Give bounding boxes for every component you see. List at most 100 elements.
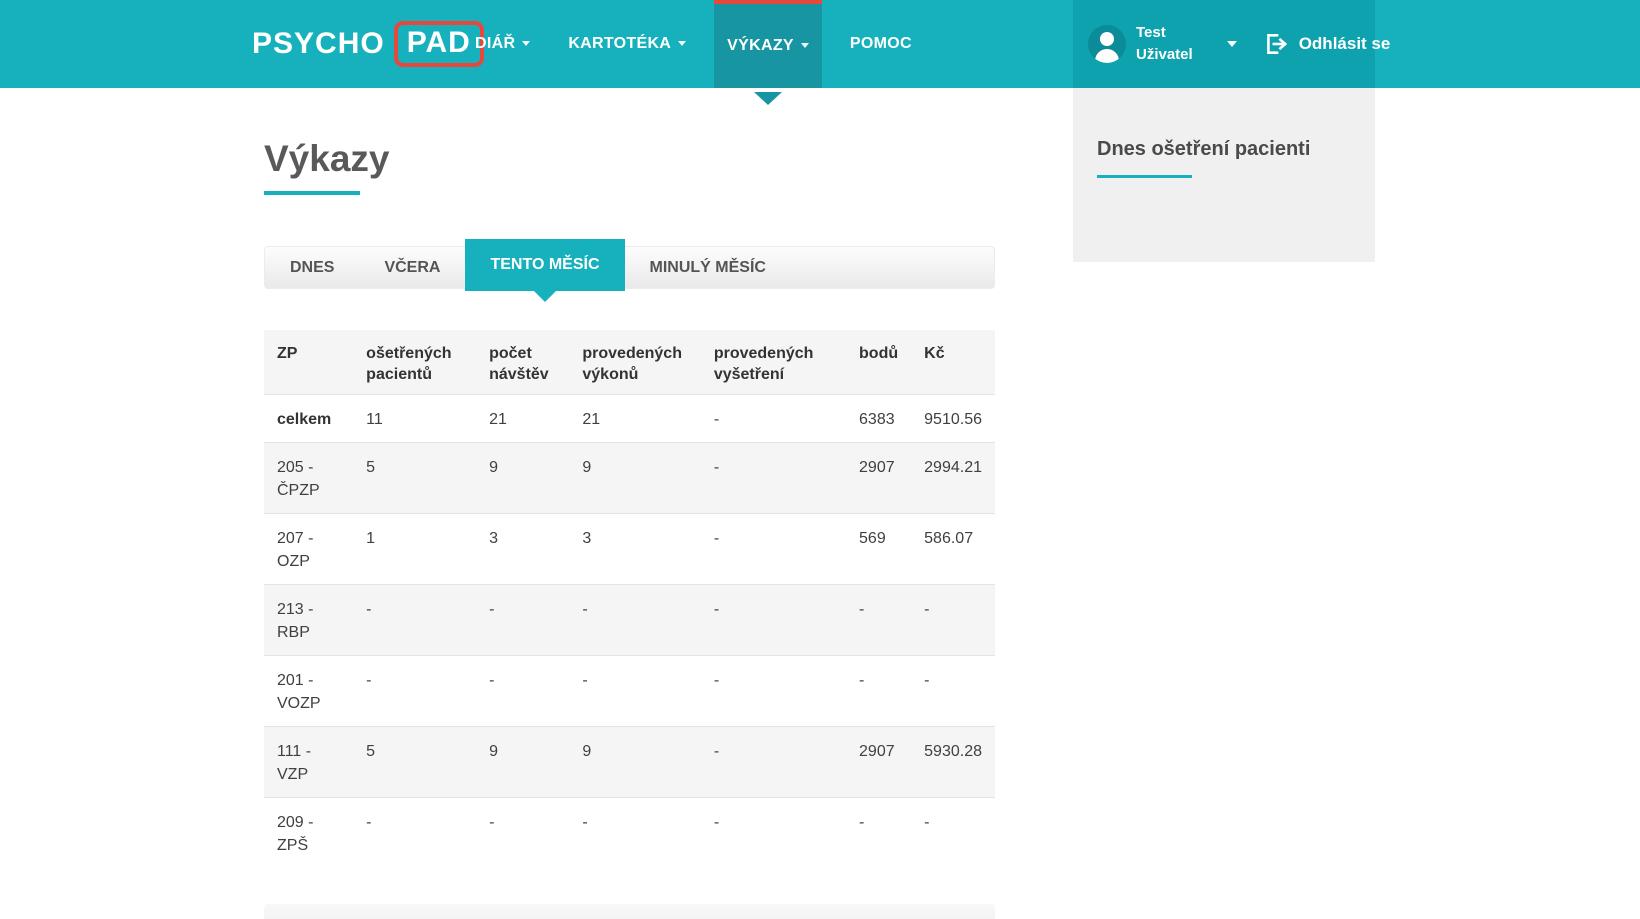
user-name: Test Uživatel — [1136, 22, 1193, 67]
cell: - — [476, 656, 569, 727]
column-header-bodu: bodů — [846, 330, 911, 395]
cell: 569 — [846, 514, 911, 585]
tab-label: TENTO MĚSÍC — [490, 256, 599, 273]
column-header-kc: Kč — [911, 330, 995, 395]
chevron-down-icon — [522, 41, 530, 50]
cell-zp: 201 - VOZP — [264, 656, 353, 727]
nav-item-kartoteka[interactable]: KARTOTÉKA — [558, 0, 696, 88]
cell: - — [569, 585, 700, 656]
cell: 9 — [569, 443, 700, 514]
chevron-down-icon — [801, 43, 809, 52]
cell-zp: 207 - OZP — [264, 514, 353, 585]
cell: - — [846, 585, 911, 656]
user-menu-chevron-icon[interactable] — [1227, 41, 1237, 52]
next-row-cutoff-strip — [264, 904, 995, 919]
cell: 9 — [476, 443, 569, 514]
table-row: 201 - VOZP - - - - - - — [264, 656, 995, 727]
cell: - — [701, 514, 846, 585]
nav-item-diar[interactable]: DIÁŘ — [465, 0, 540, 88]
column-header-pocet-navstev: počet návštěv — [476, 330, 569, 395]
user-icon — [1100, 32, 1114, 46]
cell: - — [701, 656, 846, 727]
chevron-down-icon — [678, 41, 686, 50]
today-patients-title: Dnes ošetření pacienti — [1097, 138, 1375, 161]
title-underline — [1097, 175, 1192, 178]
user-menu[interactable]: Test Uživatel Odhlásit se — [1073, 0, 1375, 88]
user-last-name: Uživatel — [1136, 44, 1193, 67]
cell: 21 — [569, 395, 700, 443]
cell: 9510.56 — [911, 395, 995, 443]
tab-tento-mesic[interactable]: TENTO MĚSÍC — [465, 239, 624, 291]
cell: - — [701, 798, 846, 869]
cell: 5930.28 — [911, 727, 995, 798]
cell: 9 — [569, 727, 700, 798]
main-nav: DIÁŘ KARTOTÉKA VÝKAZY POMOC — [456, 0, 931, 88]
cell: 6383 — [846, 395, 911, 443]
nav-item-vykazy[interactable]: VÝKAZY — [714, 0, 822, 88]
tab-dnes[interactable]: DNES — [265, 247, 359, 288]
cell: - — [701, 443, 846, 514]
table-row: 205 - ČPZP 5 9 9 - 2907 2994.21 — [264, 443, 995, 514]
cell-zp: 213 - RBP — [264, 585, 353, 656]
cell: 5 — [353, 443, 476, 514]
page-title: Výkazy — [264, 138, 995, 180]
cell: - — [353, 656, 476, 727]
tab-label: VČERA — [384, 259, 440, 276]
cell: - — [569, 656, 700, 727]
user-icon-body — [1095, 49, 1119, 63]
cell: - — [701, 395, 846, 443]
column-header-provedenych-vykonu: provedených výkonů — [569, 330, 700, 395]
table-row: 213 - RBP - - - - - - — [264, 585, 995, 656]
cell-zp: 111 - VZP — [264, 727, 353, 798]
cell: - — [701, 727, 846, 798]
app-logo[interactable]: PSYCHO PAD — [252, 0, 484, 88]
tab-vcera[interactable]: VČERA — [359, 247, 465, 288]
page-title-underline — [264, 191, 360, 195]
cell: 3 — [569, 514, 700, 585]
nav-item-pomoc[interactable]: POMOC — [840, 0, 922, 88]
column-header-zp: ZP — [264, 330, 353, 395]
cell: 11 — [353, 395, 476, 443]
cell: 2907 — [846, 727, 911, 798]
cell: - — [911, 798, 995, 869]
logout-label: Odhlásit se — [1299, 34, 1391, 54]
tab-label: MINULÝ MĚSÍC — [650, 259, 766, 276]
cell: - — [476, 585, 569, 656]
nav-item-label: DIÁŘ — [475, 35, 515, 53]
cell: - — [569, 798, 700, 869]
tab-minuly-mesic[interactable]: MINULÝ MĚSÍC — [625, 247, 791, 288]
cell: - — [701, 585, 846, 656]
cell: 5 — [353, 727, 476, 798]
cell: - — [353, 585, 476, 656]
table-row: 209 - ZPŠ - - - - - - — [264, 798, 995, 869]
column-header-provedenych-vysetreni: provedených vyšetření — [701, 330, 846, 395]
cell: 2907 — [846, 443, 911, 514]
table-header-row: ZP ošetřených pacientů počet návštěv pro… — [264, 330, 995, 395]
table-row: 207 - OZP 1 3 3 - 569 586.07 — [264, 514, 995, 585]
cell: - — [846, 656, 911, 727]
avatar — [1088, 25, 1126, 63]
cell: 2994.21 — [911, 443, 995, 514]
main-content: Výkazy DNES VČERA TENTO MĚSÍC MINULÝ MĚS… — [264, 88, 995, 919]
nav-item-label: POMOC — [850, 35, 912, 53]
table-row: 111 - VZP 5 9 9 - 2907 5930.28 — [264, 727, 995, 798]
cell: 9 — [476, 727, 569, 798]
tab-label: DNES — [290, 259, 334, 276]
cell-zp: 209 - ZPŠ — [264, 798, 353, 869]
cell: 586.07 — [911, 514, 995, 585]
cell: 1 — [353, 514, 476, 585]
logout-button[interactable]: Odhlásit se — [1263, 31, 1391, 57]
cell: - — [353, 798, 476, 869]
cell: - — [476, 798, 569, 869]
logo-text-psycho: PSYCHO — [252, 27, 385, 61]
user-first-name: Test — [1136, 22, 1193, 45]
active-tab-notch — [534, 291, 556, 302]
table-row: celkem 11 21 21 - 6383 9510.56 — [264, 395, 995, 443]
cell-zp: celkem — [264, 395, 353, 443]
reports-table: ZP ošetřených pacientů počet návštěv pro… — [264, 330, 995, 868]
period-tabs: DNES VČERA TENTO MĚSÍC MINULÝ MĚSÍC — [264, 246, 995, 289]
cell-zp: 205 - ČPZP — [264, 443, 353, 514]
nav-item-label: KARTOTÉKA — [568, 35, 671, 53]
today-patients-panel: Dnes ošetření pacienti — [1073, 88, 1375, 262]
nav-item-label: VÝKAZY — [727, 37, 794, 55]
